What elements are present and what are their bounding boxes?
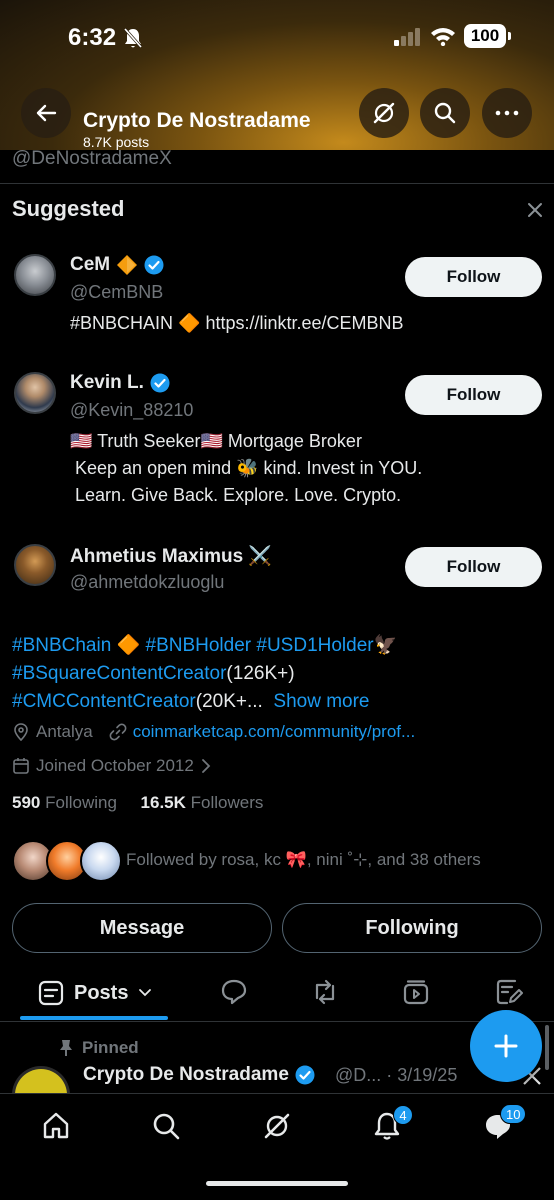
suggested-user-name[interactable]: CeM (70, 254, 164, 276)
link-icon (109, 723, 127, 741)
follow-counts: 590 Following 16.5K Followers (12, 793, 263, 813)
compose-button[interactable] (470, 1010, 542, 1082)
avatar[interactable] (14, 544, 56, 586)
search-icon[interactable] (151, 1111, 181, 1141)
avatar (80, 840, 122, 882)
profile-location: Antalya (36, 722, 93, 741)
suggested-user-bio: #BNBCHAIN 🔶 https://linktr.ee/CEMBNB (70, 313, 404, 333)
status-time: 6:32 (68, 24, 117, 51)
search-icon (434, 102, 456, 124)
show-more-link[interactable]: Show more (273, 691, 369, 712)
divider (0, 183, 554, 184)
hashtag-link[interactable]: #USD1Holder (256, 635, 373, 656)
more-horizontal-icon (495, 110, 519, 116)
reposts-tab-icon[interactable] (311, 978, 339, 1006)
arrow-left-icon (36, 104, 57, 122)
tab-posts[interactable]: Posts (38, 980, 152, 1006)
grok-button[interactable] (359, 88, 409, 138)
wifi-icon (431, 28, 455, 46)
follow-button[interactable]: Follow (405, 547, 542, 587)
followers-count-link[interactable]: 16.5K Followers (141, 793, 264, 812)
suggested-title: Suggested (12, 196, 125, 221)
followed-by-avatars[interactable] (12, 840, 122, 882)
hashtag-link[interactable]: #BNBHolder (146, 635, 252, 656)
grok-icon (373, 102, 395, 124)
back-button[interactable] (21, 88, 71, 138)
messages-badge: 10 (500, 1104, 527, 1124)
suggested-user-bio: 🇺🇸 Truth Seeker🇺🇸 Mortgage Broker Keep a… (70, 431, 423, 505)
tab-posts-label: Posts (74, 981, 129, 1004)
divider (0, 1021, 554, 1022)
calendar-icon (13, 758, 29, 774)
battery-indicator: 100 (464, 24, 511, 48)
verified-badge-icon (150, 373, 170, 393)
scrollbar[interactable] (545, 1025, 549, 1070)
plus-icon (494, 1034, 518, 1058)
verified-badge-icon (144, 255, 164, 275)
verified-badge-icon (295, 1065, 315, 1085)
profile-bio: #BNBChain 🔶 #BNBHolder #USD1Holder🦅 #BSq… (12, 632, 397, 716)
suggested-user-name[interactable]: Ahmetius Maximus ⚔️ (70, 544, 272, 568)
profile-website-link[interactable]: coinmarketcap.com/community/prof... (133, 722, 415, 742)
cellular-signal-icon (394, 28, 420, 46)
suggested-user-handle: @ahmetdokzluoglu (70, 572, 225, 592)
chevron-down-icon (139, 989, 152, 997)
following-count-link[interactable]: 590 Following (12, 793, 117, 812)
orange-diamond-icon (117, 255, 138, 275)
pin-icon (60, 1040, 72, 1056)
header-title: Crypto De Nostradame (83, 109, 311, 132)
articles-tab-icon[interactable] (495, 978, 523, 1006)
home-indicator (206, 1181, 348, 1186)
suggested-user-handle: @Kevin_88210 (70, 400, 194, 420)
profile-handle: @DeNostradameX (12, 148, 172, 169)
post-author-avatar[interactable] (12, 1066, 70, 1096)
active-tab-indicator (20, 1016, 168, 1020)
follow-button[interactable]: Follow (405, 375, 542, 415)
followed-by-text[interactable]: Followed by rosa, kc 🎀, nini ˚⊹, and 38 … (126, 850, 481, 870)
media-tab-icon[interactable] (402, 978, 430, 1006)
more-options-button[interactable] (482, 88, 532, 138)
pinned-label: Pinned (58, 1038, 139, 1058)
bell-off-icon (123, 28, 143, 48)
suggested-user-name[interactable]: Kevin L. (70, 372, 170, 394)
post-meta: @D... · 3/19/25 (335, 1065, 458, 1085)
bio-line: #CMCContentCreator(20K+... Show more (12, 691, 370, 712)
message-button[interactable]: Message (12, 903, 272, 953)
bio-line: #BSquareContentCreator(126K+) (12, 663, 295, 684)
replies-tab-icon[interactable] (220, 978, 248, 1006)
profile-joined-row[interactable]: Joined October 2012 (12, 756, 212, 776)
status-bar: 6:32 100 (0, 22, 554, 54)
bottom-navigation: 4 10 (0, 1093, 554, 1200)
posts-icon (38, 980, 64, 1006)
search-button[interactable] (420, 88, 470, 138)
profile-banner: 6:32 100 Crypto De Nostradame 8.7K posts (0, 0, 554, 150)
profile-joined-date: Joined October 2012 (36, 756, 194, 775)
follow-button[interactable]: Follow (405, 257, 542, 297)
location-pin-icon (14, 723, 28, 741)
hashtag-link[interactable]: #CMCContentCreator (12, 691, 196, 712)
profile-meta-row: Antalya coinmarketcap.com/community/prof… (12, 722, 415, 742)
hashtag-link[interactable]: #BNBChain (12, 635, 111, 656)
home-icon[interactable] (41, 1111, 71, 1141)
notifications-badge: 4 (393, 1105, 413, 1125)
hashtag-link[interactable]: #BSquareContentCreator (12, 663, 226, 684)
close-icon[interactable] (525, 200, 545, 220)
post-author-name[interactable]: Crypto De Nostradame (83, 1064, 315, 1086)
grok-icon[interactable] (262, 1111, 292, 1141)
bio-line: #BNBChain 🔶 #BNBHolder #USD1Holder🦅 (12, 635, 398, 656)
following-button[interactable]: Following (282, 903, 542, 953)
avatar[interactable] (14, 254, 56, 296)
suggested-user-handle: @CemBNB (70, 282, 164, 302)
chevron-right-icon (201, 759, 211, 773)
avatar[interactable] (14, 372, 56, 414)
